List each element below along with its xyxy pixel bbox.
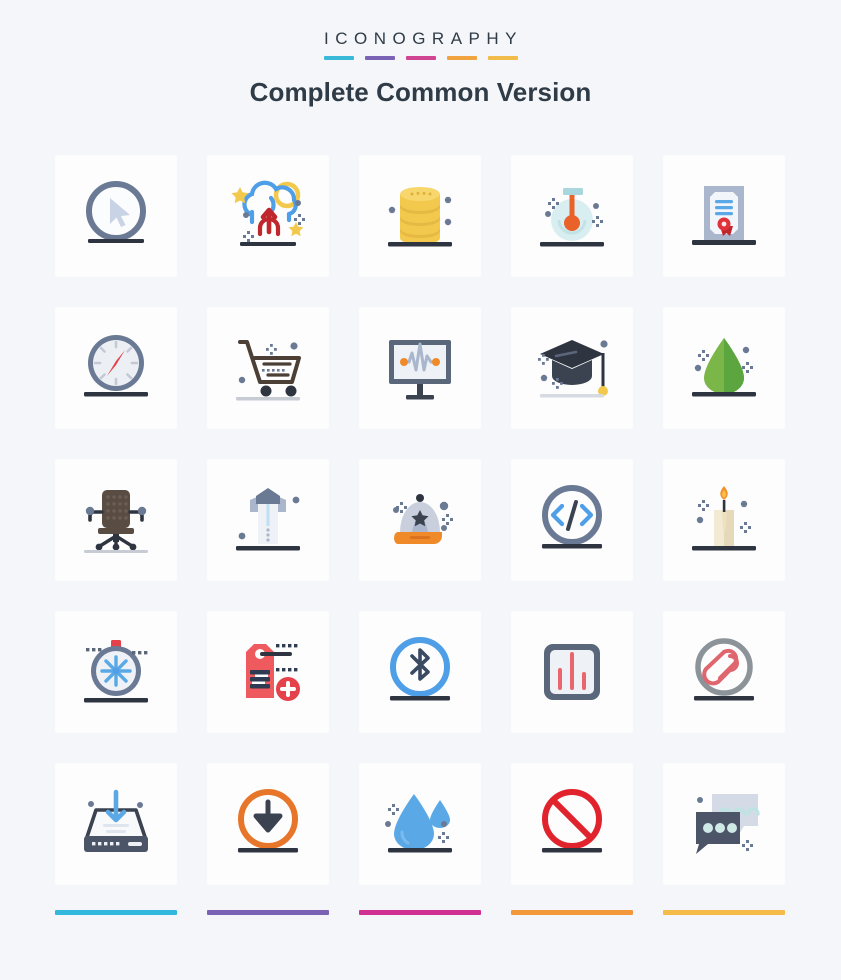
kicker-rule-5 <box>487 56 518 60</box>
icon-card-stopwatch-snowflake[interactable] <box>55 611 177 733</box>
icon-card-office-chair[interactable] <box>55 459 177 581</box>
leaf-icon <box>692 338 756 397</box>
icon-card-inbox-download[interactable] <box>55 763 177 885</box>
chat-bubbles-icon <box>696 794 760 854</box>
stopwatch-snowflake-icon <box>84 640 148 703</box>
office-chair-icon <box>84 490 148 553</box>
download-circle-icon <box>238 789 298 853</box>
footer-rule-1 <box>55 910 177 915</box>
kicker-rule-4 <box>446 56 477 60</box>
page-title: Complete Common Version <box>249 77 592 107</box>
icon-card-shirt[interactable] <box>207 459 329 581</box>
kicker-text: ICONOGRAPHY <box>323 29 524 48</box>
kicker-rule-1 <box>323 56 354 60</box>
icon-card-prohibited[interactable] <box>511 763 633 885</box>
icon-card-cursor-in-circle[interactable] <box>55 155 177 277</box>
cloud-upload-icon <box>231 180 305 246</box>
prohibited-icon <box>542 789 602 853</box>
flask-thermometer-icon <box>540 188 604 247</box>
icon-card-paperclip[interactable] <box>663 611 785 733</box>
price-tag-add-icon <box>246 644 300 701</box>
monitor-pulse-icon <box>389 340 451 400</box>
icon-card-water-drop[interactable] <box>359 763 481 885</box>
kicker-rule-2 <box>364 56 395 60</box>
iconography-poster: ICONOGRAPHY Complete Common Version <box>0 0 841 980</box>
footer-rule-3 <box>359 910 481 915</box>
icon-card-baseball-cap[interactable] <box>359 459 481 581</box>
water-drop-icon <box>385 794 452 853</box>
cursor-in-circle-icon <box>86 181 146 243</box>
poster-header: ICONOGRAPHY Complete Common Version <box>0 0 841 107</box>
icon-card-code-brackets[interactable] <box>511 459 633 581</box>
icon-card-coin-stack[interactable] <box>359 155 481 277</box>
candle-icon <box>692 486 756 551</box>
icon-card-chat-bubbles[interactable] <box>663 763 785 885</box>
icon-card-download-circle[interactable] <box>207 763 329 885</box>
icon-card-compass[interactable] <box>55 307 177 429</box>
icon-card-graduation-cap[interactable] <box>511 307 633 429</box>
paperclip-icon <box>694 638 754 701</box>
icon-card-cloud-upload[interactable] <box>207 155 329 277</box>
icon-card-flask-thermometer[interactable] <box>511 155 633 277</box>
certificate-icon <box>692 186 756 245</box>
icon-grid <box>55 155 786 885</box>
footer-rule-2 <box>207 910 329 915</box>
graduation-cap-icon <box>538 340 608 398</box>
footer-rule-5 <box>663 910 785 915</box>
footer-rule-4 <box>511 910 633 915</box>
inbox-download-icon <box>84 789 148 852</box>
shirt-icon <box>236 488 300 551</box>
equalizer-icon <box>544 644 600 700</box>
icon-card-candle[interactable] <box>663 459 785 581</box>
icon-card-shopping-cart[interactable] <box>207 307 329 429</box>
footer-rule-group <box>55 910 786 915</box>
icon-card-certificate[interactable] <box>663 155 785 277</box>
baseball-cap-icon <box>393 494 453 544</box>
icon-card-leaf[interactable] <box>663 307 785 429</box>
coin-stack-icon <box>388 187 452 247</box>
icon-card-price-tag-add[interactable] <box>207 611 329 733</box>
icon-card-equalizer[interactable] <box>511 611 633 733</box>
code-brackets-icon <box>542 485 602 549</box>
bluetooth-icon <box>390 637 450 701</box>
icon-card-bluetooth[interactable] <box>359 611 481 733</box>
shopping-cart-icon <box>236 340 301 401</box>
icon-card-monitor-pulse[interactable] <box>359 307 481 429</box>
compass-icon <box>84 335 148 397</box>
kicker-rule-3 <box>405 56 436 60</box>
kicker-rule-group <box>0 56 841 60</box>
